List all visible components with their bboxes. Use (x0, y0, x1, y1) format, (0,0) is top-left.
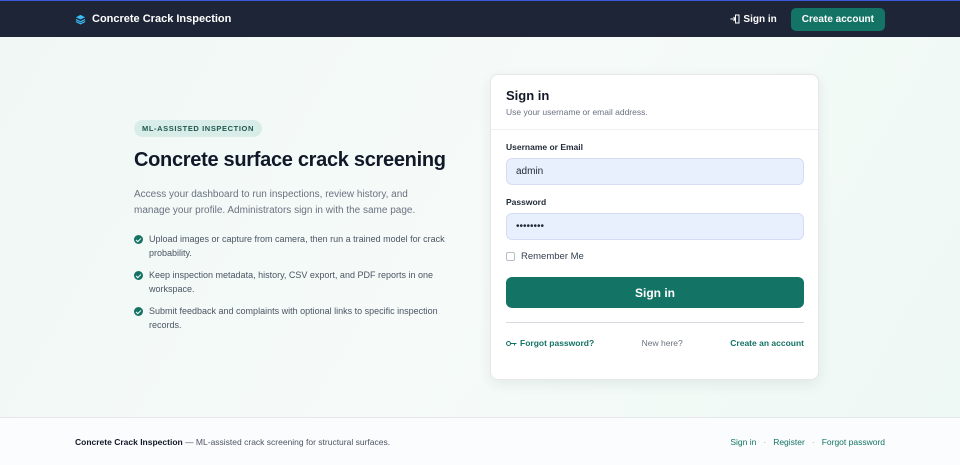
nav-signin-label: Sign in (743, 13, 777, 25)
brand-link[interactable]: Concrete Crack Inspection (75, 13, 231, 25)
feature-text: Upload images or capture from camera, th… (149, 234, 445, 258)
signin-button[interactable]: Sign in (506, 277, 804, 308)
hero-panel: ML-ASSISTED INSPECTION Concrete surface … (134, 118, 459, 340)
footer-brand: Concrete Crack Inspection (75, 436, 183, 447)
create-account-link[interactable]: Create an account (730, 338, 804, 348)
footer-register-link[interactable]: Register (773, 437, 805, 447)
footer-separator: · (811, 436, 815, 447)
hero-title: Concrete surface crack screening (134, 149, 446, 171)
card-subtitle: Use your username or email address. (506, 107, 648, 117)
remember-checkbox[interactable] (506, 252, 515, 261)
card-links: Forgot password? New here? Create an acc… (506, 338, 804, 348)
check-circle-icon (134, 235, 143, 244)
forgot-password-link[interactable]: Forgot password? (506, 338, 594, 348)
check-circle-icon (134, 271, 143, 280)
nav-actions: Sign in Create account (730, 7, 885, 31)
footer-tagline: — ML-assisted crack screening for struct… (182, 436, 391, 447)
footer-forgot-link[interactable]: Forgot password (822, 437, 885, 447)
remember-me[interactable]: Remember Me (506, 251, 803, 262)
hero-description: Access your dashboard to run inspections… (134, 189, 416, 216)
key-icon (506, 340, 517, 346)
feature-item: Upload images or capture from camera, th… (134, 232, 454, 260)
login-icon (730, 14, 740, 24)
feature-list: Upload images or capture from camera, th… (134, 232, 459, 332)
footer-links: Sign in · Register · Forgot password (730, 437, 885, 447)
nav-signin-link[interactable]: Sign in (730, 13, 777, 25)
password-label: Password (506, 197, 547, 207)
forgot-password-label: Forgot password? (520, 338, 595, 348)
check-circle-icon (134, 307, 143, 316)
username-input[interactable] (506, 158, 804, 185)
footer: Concrete Crack Inspection — ML-assisted … (0, 417, 960, 465)
username-label: Username or Email (506, 142, 584, 152)
card-title: Sign in (506, 88, 550, 103)
feature-text: Submit feedback and complaints with opti… (149, 306, 438, 330)
feature-text: Keep inspection metadata, history, CSV e… (149, 270, 433, 294)
remember-label: Remember Me (521, 251, 584, 262)
create-account-button[interactable]: Create account (790, 7, 885, 31)
main-section: ML-ASSISTED INSPECTION Concrete surface … (0, 37, 960, 417)
card-header: Sign in Use your username or email addre… (491, 75, 818, 130)
footer-info: Concrete Crack Inspection — ML-assisted … (75, 437, 390, 447)
brand-name: Concrete Crack Inspection (92, 13, 232, 25)
hero-badge: ML-ASSISTED INSPECTION (134, 120, 262, 137)
new-here-text: New here? (641, 338, 683, 348)
footer-separator: · (763, 436, 767, 447)
footer-signin-link[interactable]: Sign in (730, 437, 756, 447)
signin-form: Username or Email Password Remember Me S… (491, 142, 818, 348)
feature-item: Submit feedback and complaints with opti… (134, 304, 454, 332)
divider (506, 322, 804, 323)
feature-item: Keep inspection metadata, history, CSV e… (134, 268, 454, 296)
password-input[interactable] (506, 213, 804, 240)
top-nav: Concrete Crack Inspection Sign in Create… (0, 0, 960, 37)
layers-icon (75, 14, 86, 24)
signin-card: Sign in Use your username or email addre… (490, 74, 819, 380)
